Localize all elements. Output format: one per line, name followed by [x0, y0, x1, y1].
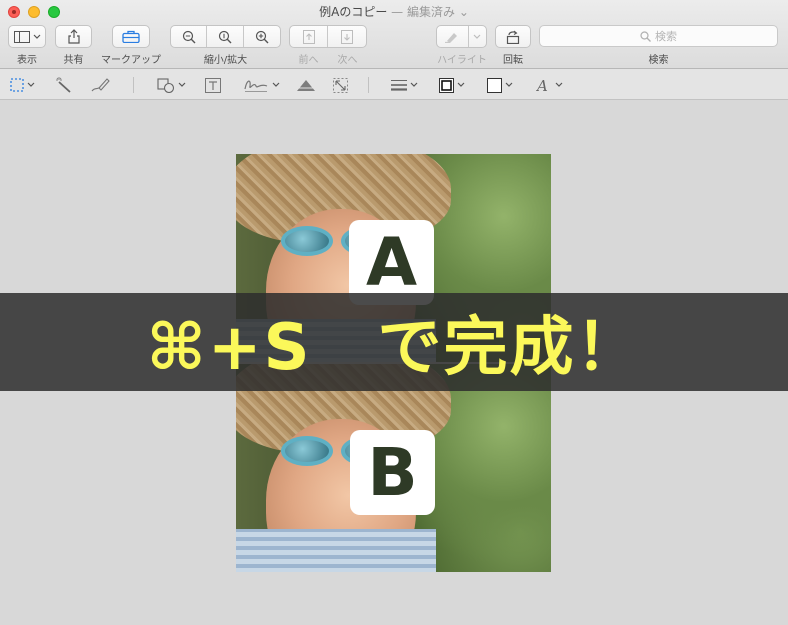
- instant-alpha-tool[interactable]: [55, 76, 73, 94]
- document-name: 例Aのコピー: [319, 5, 388, 19]
- zoom-in-icon: [255, 30, 269, 43]
- adjust-size-tool[interactable]: [333, 76, 348, 94]
- adjust-color-icon: [297, 80, 315, 91]
- zoom-out-button[interactable]: [171, 26, 208, 47]
- signature-icon: [244, 80, 268, 92]
- rotate-label: 回転: [503, 55, 523, 66]
- sunglasses-lens: [281, 436, 333, 466]
- toolbar-divider: [368, 77, 369, 93]
- resize-icon: [333, 77, 348, 93]
- chevron-down-icon: [33, 34, 40, 39]
- striped-shirt: [236, 529, 436, 572]
- page-nav-control: [289, 25, 367, 48]
- shapes-tool[interactable]: [157, 76, 186, 94]
- next-label: 次へ: [337, 55, 358, 66]
- actual-size-icon: [218, 30, 232, 43]
- actual-size-button[interactable]: [207, 26, 244, 47]
- label-b-badge: B: [350, 430, 435, 515]
- rotate-icon: [506, 30, 520, 44]
- chevron-down-icon: [27, 82, 35, 87]
- sketch-icon: [91, 78, 110, 92]
- markup-label: マークアップ: [101, 55, 161, 66]
- highlight-menu-button[interactable]: [469, 26, 486, 47]
- chevron-down-icon: [272, 82, 280, 87]
- zoom-in-button[interactable]: [244, 26, 280, 47]
- highlight-control: [436, 25, 487, 48]
- toolbox-icon: [122, 30, 140, 43]
- text-style-icon: A: [536, 77, 548, 93]
- sunglasses-lens: [281, 226, 333, 256]
- adjust-color-tool[interactable]: [296, 76, 316, 94]
- zoom-control: [170, 25, 281, 48]
- svg-text:A: A: [536, 77, 548, 93]
- markup-button[interactable]: [112, 25, 150, 48]
- title-menu-chevron[interactable]: ⌄: [459, 5, 469, 19]
- search-icon: [640, 30, 651, 42]
- sign-tool[interactable]: [243, 76, 280, 94]
- text-style-tool[interactable]: A: [536, 76, 563, 94]
- search-label: 検索: [648, 55, 669, 66]
- sketch-tool[interactable]: [90, 76, 110, 94]
- fill-color-icon: [487, 77, 502, 93]
- search-field[interactable]: 検索: [539, 25, 778, 47]
- chevron-down-icon: [410, 82, 418, 87]
- chevron-down-icon: [473, 34, 481, 39]
- save-shortcut-banner: ⌘+S で完成！: [0, 293, 788, 391]
- view-label: 表示: [17, 55, 37, 66]
- magic-wand-icon: [56, 77, 71, 93]
- toolbar-divider: [133, 77, 134, 93]
- border-color-tool[interactable]: [439, 76, 465, 94]
- view-button[interactable]: [8, 25, 46, 48]
- chevron-down-icon: [178, 82, 186, 87]
- edited-status: 編集済み: [406, 5, 455, 19]
- previous-button[interactable]: [290, 26, 329, 47]
- rotate-button[interactable]: [495, 25, 531, 48]
- share-button[interactable]: [55, 25, 92, 48]
- zoom-out-icon: [182, 30, 196, 43]
- highlight-label: ハイライト: [437, 55, 487, 66]
- line-style-icon: [391, 80, 407, 91]
- zoom-label: 縮小/拡大: [203, 55, 248, 66]
- fill-color-tool[interactable]: [487, 76, 513, 94]
- border-color-icon: [439, 77, 454, 93]
- highlight-button[interactable]: [437, 26, 469, 47]
- text-box-icon: [205, 77, 221, 93]
- photo-b: B: [236, 364, 551, 572]
- shapes-icon: [157, 77, 175, 93]
- selection-tool[interactable]: [10, 76, 35, 94]
- page-up-icon: [302, 29, 315, 44]
- title-separator: —: [391, 5, 404, 19]
- page-down-icon: [341, 29, 353, 44]
- shape-style-tool[interactable]: [391, 76, 418, 94]
- window-title: 例Aのコピー — 編集済み ⌄: [0, 3, 788, 20]
- window-toolbar: 例Aのコピー — 編集済み ⌄ 表示 共有 マークアップ 縮小/拡大 前へ 次へ…: [0, 0, 788, 69]
- sidebar-icon: [13, 30, 30, 43]
- highlighter-icon: [445, 32, 458, 43]
- next-button[interactable]: [328, 26, 366, 47]
- document-canvas[interactable]: A B ⌘+S で完成！: [0, 101, 788, 625]
- previous-label: 前へ: [298, 55, 319, 66]
- share-icon: [67, 29, 80, 44]
- search-placeholder: 検索: [655, 30, 677, 43]
- chevron-down-icon: [505, 82, 513, 87]
- rect-selection-icon: [10, 78, 24, 92]
- chevron-down-icon: [457, 82, 465, 87]
- share-label: 共有: [63, 55, 84, 66]
- markup-toolbar: A: [0, 69, 788, 100]
- text-tool[interactable]: [205, 76, 221, 94]
- chevron-down-icon: [555, 82, 563, 87]
